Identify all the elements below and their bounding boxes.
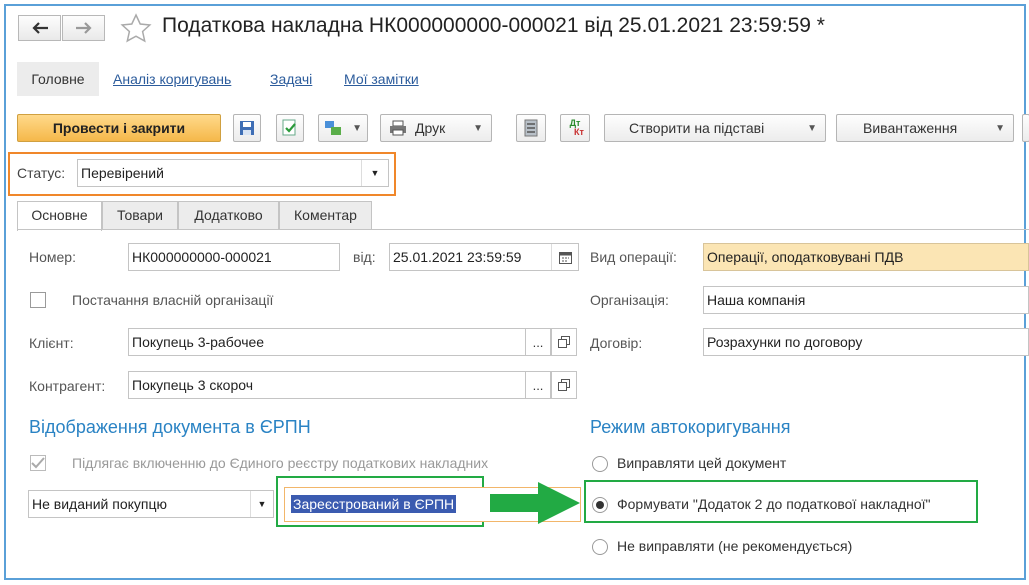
- radio-form-appendix[interactable]: [592, 497, 608, 513]
- list-button[interactable]: [516, 114, 546, 142]
- client-field[interactable]: Покупець 3-рабочее: [128, 328, 526, 356]
- erpn-section-heading: Відображення документа в ЄРПН: [29, 417, 311, 437]
- organization-field[interactable]: Наша компанія: [703, 286, 1029, 314]
- arrow-left-icon: [31, 22, 48, 34]
- tab-main-form[interactable]: Основне: [17, 201, 102, 231]
- erpn-include-label: Підлягає включенню до Єдиного реєстру по…: [72, 455, 489, 471]
- arrow-right-icon: [490, 482, 590, 527]
- radio-do-not-fix-label: Не виправляти (не рекомендується): [617, 538, 853, 554]
- post-document-icon: [282, 119, 296, 136]
- counterparty-label: Контрагент:: [29, 378, 106, 394]
- forward-button[interactable]: [62, 15, 105, 41]
- tab-correction-analysis[interactable]: Аналіз коригувань: [113, 62, 231, 96]
- export-label: Вивантаження: [863, 120, 958, 136]
- printer-icon: [390, 120, 406, 136]
- status-select[interactable]: Перевірений ▼: [77, 159, 389, 187]
- open-window-icon: [558, 379, 570, 391]
- arrow-right-icon: [75, 22, 92, 34]
- erpn-include-checkbox[interactable]: [30, 455, 46, 471]
- status-value: Перевірений: [81, 165, 164, 181]
- chevron-down-icon: ▼: [352, 122, 362, 134]
- operation-type-field[interactable]: Операції, оподатковувані ПДВ: [703, 243, 1029, 271]
- own-supply-checkbox[interactable]: [30, 292, 46, 308]
- calendar-icon[interactable]: [551, 244, 578, 270]
- client-label: Клієнт:: [29, 335, 74, 351]
- save-icon: [240, 121, 254, 135]
- radio-form-appendix-label: Формувати "Додаток 2 до податкової накла…: [617, 496, 931, 512]
- favorite-star-icon[interactable]: [120, 13, 152, 46]
- post-button[interactable]: [276, 114, 304, 142]
- save-button[interactable]: [233, 114, 261, 142]
- counterparty-field[interactable]: Покупець 3 скороч: [128, 371, 526, 399]
- toolbar-overflow-button[interactable]: [1022, 114, 1029, 142]
- structure-icon: [325, 121, 342, 135]
- create-based-on-button[interactable]: Створити на підставі ▼: [604, 114, 826, 142]
- chevron-down-icon: ▼: [807, 122, 817, 134]
- create-based-on-label: Створити на підставі: [629, 120, 765, 136]
- radio-do-not-fix[interactable]: [592, 539, 608, 555]
- autocorrect-section-heading: Режим автокоригування: [590, 417, 791, 437]
- window-title: Податкова накладна НК000000000-000021 ві…: [162, 14, 825, 37]
- tab-main[interactable]: Головне: [17, 62, 99, 96]
- tab-additional[interactable]: Додатково: [178, 201, 279, 229]
- open-window-icon: [558, 336, 570, 348]
- radio-dot-icon: [596, 501, 604, 509]
- tab-divider: [17, 229, 1029, 230]
- radio-fix-document[interactable]: [592, 456, 608, 472]
- tab-my-notes[interactable]: Мої замітки: [344, 62, 419, 96]
- checkmark-icon: [31, 457, 45, 469]
- post-and-close-button[interactable]: Провести і закрити: [17, 114, 221, 142]
- number-field[interactable]: НК000000000-000021: [128, 243, 340, 271]
- list-icon: [524, 119, 538, 137]
- contract-field[interactable]: Розрахунки по договору: [703, 328, 1029, 356]
- number-label: Номер:: [29, 249, 76, 265]
- date-field[interactable]: 25.01.2021 23:59:59: [389, 243, 579, 271]
- date-label: від:: [353, 249, 376, 265]
- issued-status-select[interactable]: Не виданий покупцю ▼: [28, 490, 274, 518]
- issued-status-value: Не виданий покупцю: [32, 496, 168, 512]
- status-label: Статус:: [17, 165, 66, 181]
- print-label: Друк: [415, 120, 446, 136]
- date-value: 25.01.2021 23:59:59: [393, 249, 522, 265]
- organization-label: Організація:: [590, 292, 669, 308]
- back-button[interactable]: [18, 15, 61, 41]
- client-select-button[interactable]: ...: [525, 328, 551, 356]
- tab-tasks[interactable]: Задачі: [270, 62, 312, 96]
- related-documents-button[interactable]: ▼: [318, 114, 368, 142]
- radio-fix-document-label: Виправляти цей документ: [617, 455, 787, 471]
- client-open-button[interactable]: [551, 328, 577, 356]
- counterparty-open-button[interactable]: [551, 371, 577, 399]
- tab-goods[interactable]: Товари: [102, 201, 178, 229]
- registered-status-value: Зареєстрований в ЄРПН: [291, 495, 457, 513]
- contract-label: Договір:: [590, 335, 643, 351]
- own-supply-label: Постачання власній організації: [72, 292, 274, 308]
- counterparty-select-button[interactable]: ...: [525, 371, 551, 399]
- export-button[interactable]: Вивантаження ▼: [836, 114, 1014, 142]
- chevron-down-icon[interactable]: ▼: [361, 160, 388, 186]
- chevron-down-icon: ▼: [995, 122, 1005, 134]
- kt-label: Кт: [574, 127, 584, 137]
- chevron-down-icon: ▼: [473, 122, 483, 134]
- chevron-down-icon[interactable]: ▼: [250, 491, 273, 517]
- operation-type-label: Вид операції:: [590, 249, 677, 265]
- tab-comment[interactable]: Коментар: [279, 201, 372, 229]
- dt-kt-button[interactable]: Дт Кт: [560, 114, 590, 142]
- print-button[interactable]: Друк ▼: [380, 114, 492, 142]
